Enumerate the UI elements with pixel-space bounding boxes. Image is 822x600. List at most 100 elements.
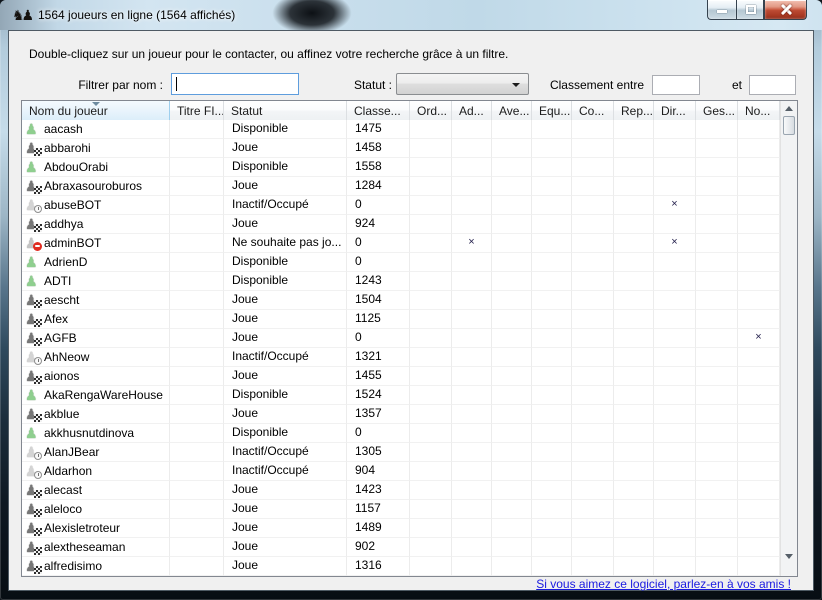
player-status: Disponible bbox=[224, 386, 347, 405]
filter-name-input[interactable] bbox=[171, 73, 299, 95]
share-link[interactable]: Si vous aimez ce logiciel, parlez-en à v… bbox=[536, 577, 791, 591]
player-row[interactable]: ♟AlexisletroteurJoue1489 bbox=[22, 519, 780, 538]
player-rating: 1423 bbox=[347, 481, 410, 500]
player-equ-mark bbox=[532, 329, 572, 348]
scroll-down-arrow-icon[interactable] bbox=[785, 554, 793, 559]
scroll-up-arrow-icon[interactable] bbox=[785, 106, 793, 111]
player-rating: 1504 bbox=[347, 291, 410, 310]
player-row[interactable]: ♟AldarhonInactif/Occupé904 bbox=[22, 462, 780, 481]
player-status: Joue bbox=[224, 557, 347, 576]
player-row[interactable]: ♟alfredisimoJoue1316 bbox=[22, 557, 780, 576]
player-status-inactive-icon: ♟ bbox=[25, 349, 40, 366]
column-header-ave[interactable]: Ave... bbox=[492, 101, 532, 120]
player-row[interactable]: ♟AlanJBearInactif/Occupé1305 bbox=[22, 443, 780, 462]
column-header-ord[interactable]: Ord... bbox=[410, 101, 452, 120]
player-rating: 1357 bbox=[347, 405, 410, 424]
minimize-button[interactable] bbox=[707, 0, 736, 20]
player-row[interactable]: ♟AdrienDDisponible0 bbox=[22, 253, 780, 272]
column-header-ad[interactable]: Ad... bbox=[452, 101, 492, 120]
player-row[interactable]: ♟AbdouOrabiDisponible1558 bbox=[22, 158, 780, 177]
player-row[interactable]: ♟AhNeowInactif/Occupé1321 bbox=[22, 348, 780, 367]
player-dir-mark bbox=[654, 158, 696, 177]
player-name-cell: ♟AGFB bbox=[22, 329, 170, 348]
player-rep-mark bbox=[614, 538, 654, 557]
maximize-button[interactable] bbox=[736, 0, 764, 20]
player-row[interactable]: ♟AkaRengaWareHouseDisponible1524 bbox=[22, 386, 780, 405]
player-ave-mark bbox=[492, 367, 532, 386]
player-ad-mark bbox=[452, 272, 492, 291]
vertical-scrollbar[interactable] bbox=[780, 101, 797, 576]
player-row[interactable]: ♟aacashDisponible1475 bbox=[22, 120, 780, 139]
player-row[interactable]: ♟alelocoJoue1157 bbox=[22, 500, 780, 519]
player-row[interactable]: ♟addhyaJoue924 bbox=[22, 215, 780, 234]
close-button[interactable] bbox=[764, 0, 807, 20]
player-no-mark bbox=[738, 405, 780, 424]
column-header-ges[interactable]: Ges... bbox=[696, 101, 738, 120]
player-name-cell: ♟aescht bbox=[22, 291, 170, 310]
player-status: Inactif/Occupé bbox=[224, 462, 347, 481]
player-ges-mark bbox=[696, 329, 738, 348]
player-rep-mark bbox=[614, 557, 654, 576]
column-header-title[interactable]: Titre FI... bbox=[170, 101, 224, 120]
player-row[interactable]: ♟alextheseamanJoue902 bbox=[22, 538, 780, 557]
column-header-name[interactable]: Nom du joueur bbox=[22, 101, 170, 120]
app-chess-icon: ♞♟ bbox=[12, 7, 31, 23]
player-no-mark bbox=[738, 272, 780, 291]
player-title bbox=[170, 120, 224, 139]
player-row[interactable]: ♟akblueJoue1357 bbox=[22, 405, 780, 424]
player-row[interactable]: ♟aionosJoue1455 bbox=[22, 367, 780, 386]
player-rating: 0 bbox=[347, 253, 410, 272]
player-row[interactable]: ♟AfexJoue1125 bbox=[22, 310, 780, 329]
player-name-cell: ♟AkaRengaWareHouse bbox=[22, 386, 170, 405]
column-header-co[interactable]: Co... bbox=[572, 101, 614, 120]
player-co-mark bbox=[572, 310, 614, 329]
status-dropdown[interactable] bbox=[396, 73, 529, 95]
column-header-dir[interactable]: Dir... bbox=[654, 101, 696, 120]
player-title bbox=[170, 557, 224, 576]
player-name-cell: ♟AhNeow bbox=[22, 348, 170, 367]
player-row[interactable]: ♟abuseBOTInactif/Occupé0× bbox=[22, 196, 780, 215]
player-ad-mark bbox=[452, 253, 492, 272]
player-ord-mark bbox=[410, 177, 452, 196]
player-name-cell: ♟Abraxasouroburos bbox=[22, 177, 170, 196]
player-row[interactable]: ♟adminBOTNe souhaite pas jo...0×× bbox=[22, 234, 780, 253]
player-row[interactable]: ♟AbraxasouroburosJoue1284 bbox=[22, 177, 780, 196]
column-header-rating[interactable]: Classe... bbox=[347, 101, 410, 120]
player-row[interactable]: ♟ADTIDisponible1243 bbox=[22, 272, 780, 291]
player-equ-mark bbox=[532, 234, 572, 253]
player-equ-mark bbox=[532, 367, 572, 386]
player-name: addhya bbox=[44, 216, 83, 233]
player-status: Disponible bbox=[224, 424, 347, 443]
player-row[interactable]: ♟AGFBJoue0× bbox=[22, 329, 780, 348]
column-header-equ[interactable]: Equ... bbox=[532, 101, 572, 120]
column-header-no[interactable]: No... bbox=[738, 101, 780, 120]
player-status: Joue bbox=[224, 310, 347, 329]
player-equ-mark bbox=[532, 253, 572, 272]
player-row[interactable]: ♟aeschtJoue1504 bbox=[22, 291, 780, 310]
column-header-status[interactable]: Statut bbox=[224, 101, 347, 120]
scrollbar-thumb[interactable] bbox=[783, 116, 795, 135]
player-row[interactable]: ♟alecastJoue1423 bbox=[22, 481, 780, 500]
player-ave-mark bbox=[492, 386, 532, 405]
player-status: Joue bbox=[224, 519, 347, 538]
player-co-mark bbox=[572, 424, 614, 443]
player-co-mark bbox=[572, 272, 614, 291]
player-row[interactable]: ♟abbarohiJoue1458 bbox=[22, 139, 780, 158]
player-no-mark bbox=[738, 158, 780, 177]
column-header-label: Equ... bbox=[539, 104, 570, 118]
player-name: ADTI bbox=[44, 273, 71, 290]
player-status: Joue bbox=[224, 367, 347, 386]
column-header-rep[interactable]: Rep... bbox=[614, 101, 654, 120]
player-status-available-icon: ♟ bbox=[25, 254, 40, 271]
player-ges-mark bbox=[696, 310, 738, 329]
player-ord-mark bbox=[410, 139, 452, 158]
ranking-min-input[interactable] bbox=[652, 75, 700, 95]
filter-status-label: Statut : bbox=[309, 78, 392, 92]
player-row[interactable]: ♟akkhusnutdinovaDisponible0 bbox=[22, 424, 780, 443]
ranking-max-input[interactable] bbox=[749, 75, 796, 95]
title-bar[interactable]: ♞♟ 1564 joueurs en ligne (1564 affichés) bbox=[0, 0, 822, 30]
player-no-mark bbox=[738, 500, 780, 519]
player-no-mark bbox=[738, 234, 780, 253]
player-status: Disponible bbox=[224, 253, 347, 272]
player-ave-mark bbox=[492, 196, 532, 215]
